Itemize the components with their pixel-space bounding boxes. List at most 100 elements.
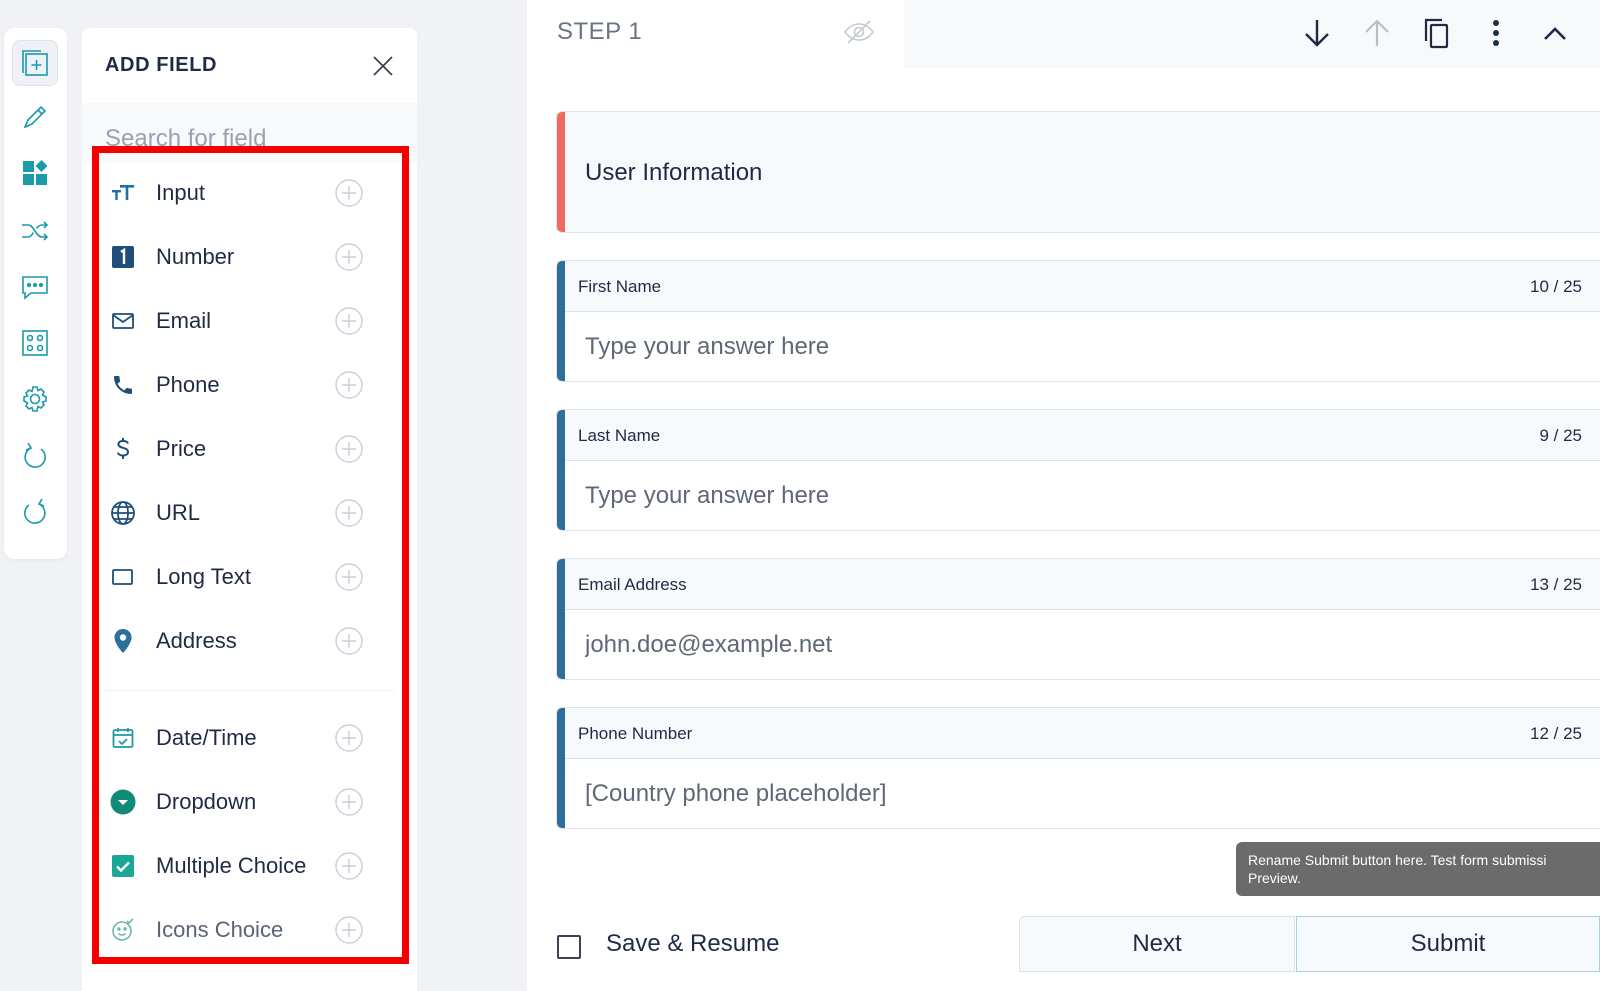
dropdown-icon (109, 788, 137, 816)
add-circle-icon[interactable] (334, 723, 364, 753)
add-circle-icon[interactable] (334, 626, 364, 656)
field-label: URL (156, 500, 201, 525)
field-label: Number (156, 244, 235, 269)
section-title: User Information (585, 159, 763, 186)
question-label: Phone Number (578, 724, 693, 743)
section-card[interactable]: User Information (556, 111, 1600, 233)
text-type-icon (109, 179, 137, 207)
field-item-input[interactable]: Input (94, 161, 394, 225)
question-accent-bar (557, 559, 565, 679)
add-circle-icon[interactable] (334, 242, 364, 272)
arrow-down-icon[interactable] (1300, 16, 1334, 50)
undo-icon[interactable] (12, 432, 58, 478)
field-item-multiple-choice[interactable]: Multiple Choice (94, 834, 394, 898)
add-circle-icon[interactable] (334, 562, 364, 592)
dollar-icon (109, 435, 137, 463)
tooltip: Rename Submit button here. Test form sub… (1236, 842, 1600, 896)
textarea-icon (109, 563, 137, 591)
eye-off-icon[interactable] (843, 16, 875, 48)
field-item-date-time[interactable]: Date/Time (94, 706, 394, 770)
question-label: Email Address (578, 575, 687, 594)
field-label: Dropdown (156, 789, 257, 814)
field-label: Long Text (156, 564, 252, 589)
submit-button[interactable]: Submit (1296, 916, 1600, 972)
add-circle-icon[interactable] (334, 498, 364, 528)
field-label: Input (156, 180, 205, 205)
question-accent-bar (557, 708, 565, 828)
field-label: Email (156, 308, 212, 333)
field-label: Multiple Choice (156, 853, 307, 878)
pen-icon[interactable] (12, 94, 58, 140)
first-name-input[interactable] (565, 312, 1600, 381)
section-accent-bar (557, 112, 565, 232)
step-header: STEP 1 (527, 0, 1600, 68)
add-field-icon[interactable] (12, 40, 58, 86)
field-item-price[interactable]: Price (94, 417, 394, 481)
field-item-phone[interactable]: Phone (94, 353, 394, 417)
search-bar (82, 103, 417, 163)
copy-icon[interactable] (1419, 16, 1453, 50)
field-label: Phone (156, 372, 220, 397)
field-item-long-text[interactable]: Long Text (94, 545, 394, 609)
globe-icon (109, 499, 137, 527)
chat-icon[interactable] (12, 264, 58, 310)
checkbox-icon (109, 852, 137, 880)
add-field-panel: ADD FIELD Input Number (82, 28, 417, 991)
gear-icon[interactable] (12, 376, 58, 422)
tooltip-line: Preview. (1248, 870, 1301, 886)
widgets-icon[interactable] (12, 150, 58, 196)
char-counter: 10 / 25 (1530, 277, 1582, 296)
step-toolbar (904, 0, 1600, 68)
question-card-email[interactable]: Email Address 13 / 25 (556, 558, 1600, 680)
question-accent-bar (557, 410, 565, 530)
question-label: First Name (578, 277, 662, 296)
question-card-phone[interactable]: Phone Number 12 / 25 (556, 707, 1600, 829)
envelope-icon (109, 307, 137, 335)
close-icon[interactable] (371, 54, 395, 78)
more-vertical-icon[interactable] (1479, 16, 1513, 50)
add-circle-icon[interactable] (334, 851, 364, 881)
field-label: Icons Choice (156, 917, 284, 942)
add-circle-icon[interactable] (334, 306, 364, 336)
question-card-first-name[interactable]: First Name 10 / 25 (556, 260, 1600, 382)
field-item-url[interactable]: URL (94, 481, 394, 545)
save-resume-label[interactable]: Save & Resume (606, 930, 779, 958)
panel-title: ADD FIELD (105, 54, 218, 76)
field-item-icons-choice[interactable]: Icons Choice (94, 898, 394, 962)
add-circle-icon[interactable] (334, 915, 364, 945)
last-name-input[interactable] (565, 461, 1600, 530)
search-input[interactable] (105, 113, 394, 153)
save-resume-checkbox[interactable] (557, 935, 581, 959)
panel-header: ADD FIELD (82, 28, 417, 103)
number-icon (109, 243, 137, 271)
step-title: STEP 1 (557, 18, 643, 45)
phone-input[interactable] (565, 759, 1600, 828)
phone-icon (109, 371, 137, 399)
field-item-dropdown[interactable]: Dropdown (94, 770, 394, 834)
char-counter: 9 / 25 (1539, 426, 1582, 445)
question-card-last-name[interactable]: Last Name 9 / 25 (556, 409, 1600, 531)
arrow-up-icon[interactable] (1360, 16, 1394, 50)
grid-icon[interactable] (12, 320, 58, 366)
next-button[interactable]: Next (1019, 916, 1295, 972)
shuffle-icon[interactable] (12, 208, 58, 254)
map-pin-icon (109, 627, 137, 655)
email-input[interactable] (565, 610, 1600, 679)
field-item-email[interactable]: Email (94, 289, 394, 353)
field-label: Price (156, 436, 207, 461)
add-circle-icon[interactable] (334, 370, 364, 400)
field-item-address[interactable]: Address (94, 609, 394, 673)
char-counter: 12 / 25 (1530, 724, 1582, 743)
add-circle-icon[interactable] (334, 787, 364, 817)
add-circle-icon[interactable] (334, 178, 364, 208)
char-counter: 13 / 25 (1530, 575, 1582, 594)
add-circle-icon[interactable] (334, 434, 364, 464)
field-label: Address (156, 628, 237, 653)
chevron-up-icon[interactable] (1538, 16, 1572, 50)
calendar-icon (109, 724, 137, 752)
field-item-number[interactable]: Number (94, 225, 394, 289)
redo-icon[interactable] (12, 488, 58, 534)
tooltip-line: Rename Submit button here. Test form sub… (1248, 852, 1547, 868)
tool-rail (4, 28, 67, 559)
smiley-icon (109, 916, 137, 944)
